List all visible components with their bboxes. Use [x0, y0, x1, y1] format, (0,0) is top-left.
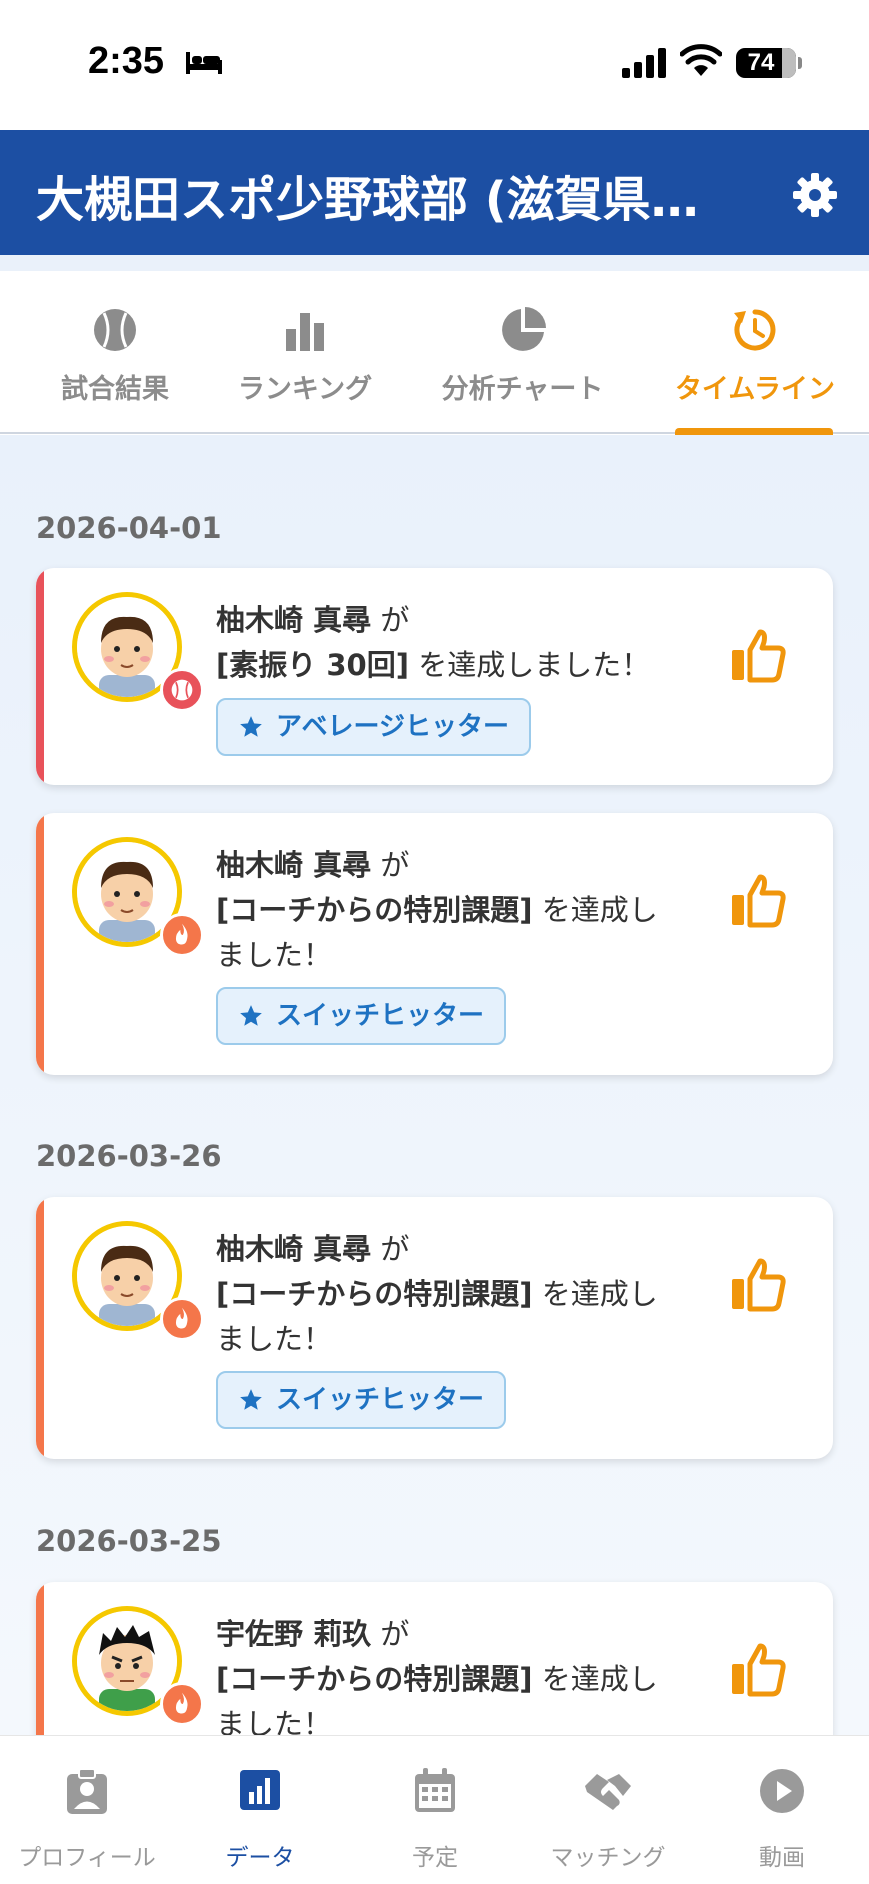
timeline-card: 柚木崎 真尋 が [素振り 30回] を達成しました！ アベレージヒッター [36, 568, 833, 785]
tab-label: ランキング [237, 374, 373, 405]
timeline-card: 柚木崎 真尋 が [コーチからの特別課題] を達成しました！ スイッチヒッター [36, 1197, 833, 1459]
player-name[interactable]: 柚木崎 真尋 [216, 603, 371, 637]
nav-profile[interactable]: プロフィール [2, 1736, 172, 1884]
tab-label: 試合結果 [61, 374, 169, 405]
thumbs-up-icon[interactable] [728, 871, 788, 931]
star-icon [240, 1389, 262, 1410]
task-name: [コーチからの特別課題] [216, 893, 533, 927]
achievement-text: 柚木崎 真尋 が [コーチからの特別課題] を達成しました！ [216, 1232, 658, 1356]
date-header: 2026-03-25 [36, 1524, 222, 1558]
achievement-badge: スイッチヒッター [216, 987, 507, 1045]
star-icon [240, 716, 262, 737]
bottom-navigation: プロフィール データ 予定 マッチング 動画 [0, 1735, 869, 1884]
app-header: 大槻田スポ少野球部 (滋賀県… [0, 130, 869, 255]
task-name: [素振り 30回] [216, 648, 409, 682]
bar-chart-icon [286, 313, 324, 351]
date-header: 2026-03-26 [36, 1139, 222, 1173]
cellular-signal-icon [622, 48, 666, 78]
wifi-icon [680, 44, 722, 76]
achievement-text: 柚木崎 真尋 が [素振り 30回] を達成しました！ [216, 603, 651, 682]
thumbs-up-icon[interactable] [728, 1640, 788, 1700]
achievement-badge: アベレージヒッター [216, 698, 531, 756]
nav-label: 予定 [412, 1845, 458, 1871]
star-icon [240, 1005, 262, 1026]
settings-gear-icon[interactable] [790, 170, 840, 220]
nav-video[interactable]: 動画 [697, 1736, 867, 1884]
status-time: 2:35 [88, 40, 165, 82]
flame-icon [160, 1682, 204, 1726]
achievement-badge: スイッチヒッター [216, 1371, 507, 1429]
date-header: 2026-04-01 [36, 511, 222, 545]
active-tab-indicator [675, 428, 833, 435]
nav-label: 動画 [759, 1845, 805, 1871]
baseball-icon [160, 668, 204, 712]
sleep-bed-icon [186, 52, 222, 74]
baseball-icon [94, 309, 136, 351]
thumbs-up-icon[interactable] [728, 626, 788, 686]
tab-match-results[interactable]: 試合結果 [40, 271, 190, 434]
timeline-feed[interactable]: 2026-04-01 柚木崎 真尋 が [素振り 30回] を達成しました！ ア… [0, 435, 869, 1735]
flame-icon [160, 1297, 204, 1341]
tab-analysis-chart[interactable]: 分析チャート [430, 271, 615, 434]
timeline-card: 柚木崎 真尋 が [コーチからの特別課題] を達成しました！ スイッチヒッター [36, 813, 833, 1075]
task-name: [コーチからの特別課題] [216, 1662, 533, 1696]
pie-chart-icon [501, 307, 546, 351]
tab-timeline[interactable]: タイムライン [665, 271, 845, 434]
thumbs-up-icon[interactable] [728, 1255, 788, 1315]
nav-label: マッチング [550, 1845, 666, 1871]
achievement-text: 柚木崎 真尋 が [コーチからの特別課題] を達成しました！ [216, 848, 658, 972]
tab-label: タイムライン [674, 374, 836, 405]
nav-matching[interactable]: マッチング [523, 1736, 693, 1884]
profile-badge-icon [67, 1768, 107, 1814]
status-bar: 2:35 74 [0, 0, 869, 130]
tab-ranking[interactable]: ランキング [230, 271, 380, 434]
play-icon [760, 1769, 804, 1813]
nav-schedule[interactable]: 予定 [350, 1736, 520, 1884]
player-name[interactable]: 柚木崎 真尋 [216, 848, 371, 882]
data-chart-icon [240, 1770, 280, 1810]
nav-label: プロフィール [18, 1845, 156, 1871]
handshake-icon [585, 1774, 631, 1810]
player-name[interactable]: 柚木崎 真尋 [216, 1232, 371, 1266]
tab-label: 分析チャート [441, 374, 604, 405]
nav-label: データ [225, 1845, 295, 1871]
task-name: [コーチからの特別課題] [216, 1277, 533, 1311]
timeline-card: 宇佐野 莉玖 が [コーチからの特別課題] を達成しました！ [36, 1582, 833, 1735]
flame-icon [160, 913, 204, 957]
achievement-text: 宇佐野 莉玖 が [コーチからの特別課題] を達成しました！ [216, 1617, 658, 1735]
player-name[interactable]: 宇佐野 莉玖 [216, 1617, 371, 1651]
tab-bar: 試合結果 ランキング 分析チャート タイムライン [0, 271, 869, 434]
calendar-icon [415, 1768, 455, 1812]
nav-data[interactable]: データ [175, 1736, 345, 1884]
battery-level: 74 [747, 49, 775, 76]
team-title: 大槻田スポ少野球部 (滋賀県… [36, 172, 699, 228]
battery-icon: 74 [736, 48, 796, 78]
history-icon [734, 309, 776, 351]
